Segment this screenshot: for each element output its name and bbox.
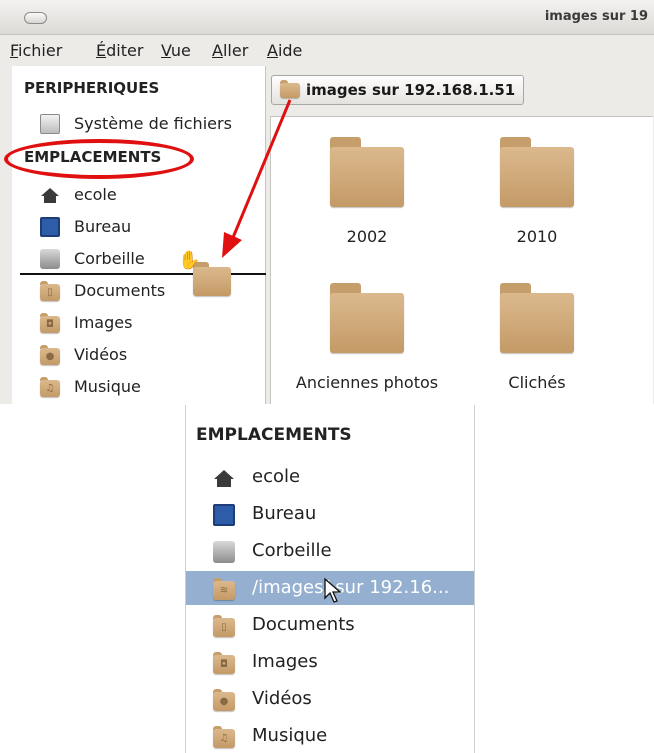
sidebar-item-label: Images bbox=[252, 651, 318, 672]
sidebar-item-bureau[interactable]: Bureau bbox=[186, 497, 474, 531]
documents-folder-icon: ▯ bbox=[213, 615, 235, 637]
sidebar-item-corbeille[interactable]: Corbeille bbox=[186, 534, 474, 568]
desktop-icon bbox=[213, 504, 235, 526]
places-header: EMPLACEMENTS bbox=[196, 425, 352, 445]
sidebar-item-documents[interactable]: ▯ Documents bbox=[186, 608, 474, 642]
sidebar-item-images[interactable]: ◘ Images bbox=[186, 645, 474, 679]
music-folder-icon: ♫ bbox=[213, 726, 235, 748]
sidebar-item-label: Bureau bbox=[252, 503, 317, 524]
red-arrow-icon bbox=[222, 99, 292, 258]
mouse-pointer-icon bbox=[324, 578, 342, 603]
network-folder-icon: ≋ bbox=[213, 578, 235, 600]
sidebar-item-label: /images/ sur 192.16... bbox=[252, 577, 450, 598]
sidebar-item-label: ecole bbox=[252, 466, 301, 487]
sidebar-item-label: Vidéos bbox=[252, 688, 312, 709]
pictures-folder-icon: ◘ bbox=[213, 652, 235, 674]
sidebar-item-videos[interactable]: ● Vidéos bbox=[186, 682, 474, 716]
sidebar-item-ecole[interactable]: ecole bbox=[186, 460, 474, 494]
home-icon bbox=[214, 470, 234, 487]
videos-folder-icon: ● bbox=[213, 689, 235, 711]
sidebar-item-label: Musique bbox=[252, 725, 328, 746]
sidebar-item-musique[interactable]: ♫ Musique bbox=[186, 719, 474, 753]
zoomed-places-panel: EMPLACEMENTS ecole Bureau Corbeille ≋ /i… bbox=[185, 405, 475, 753]
sidebar-item-label: Corbeille bbox=[252, 540, 332, 561]
file-manager-window: images sur 19 Fichier Éditer Vue Aller A… bbox=[0, 0, 654, 404]
trash-icon bbox=[213, 541, 235, 563]
sidebar-item-label: Documents bbox=[252, 614, 355, 635]
